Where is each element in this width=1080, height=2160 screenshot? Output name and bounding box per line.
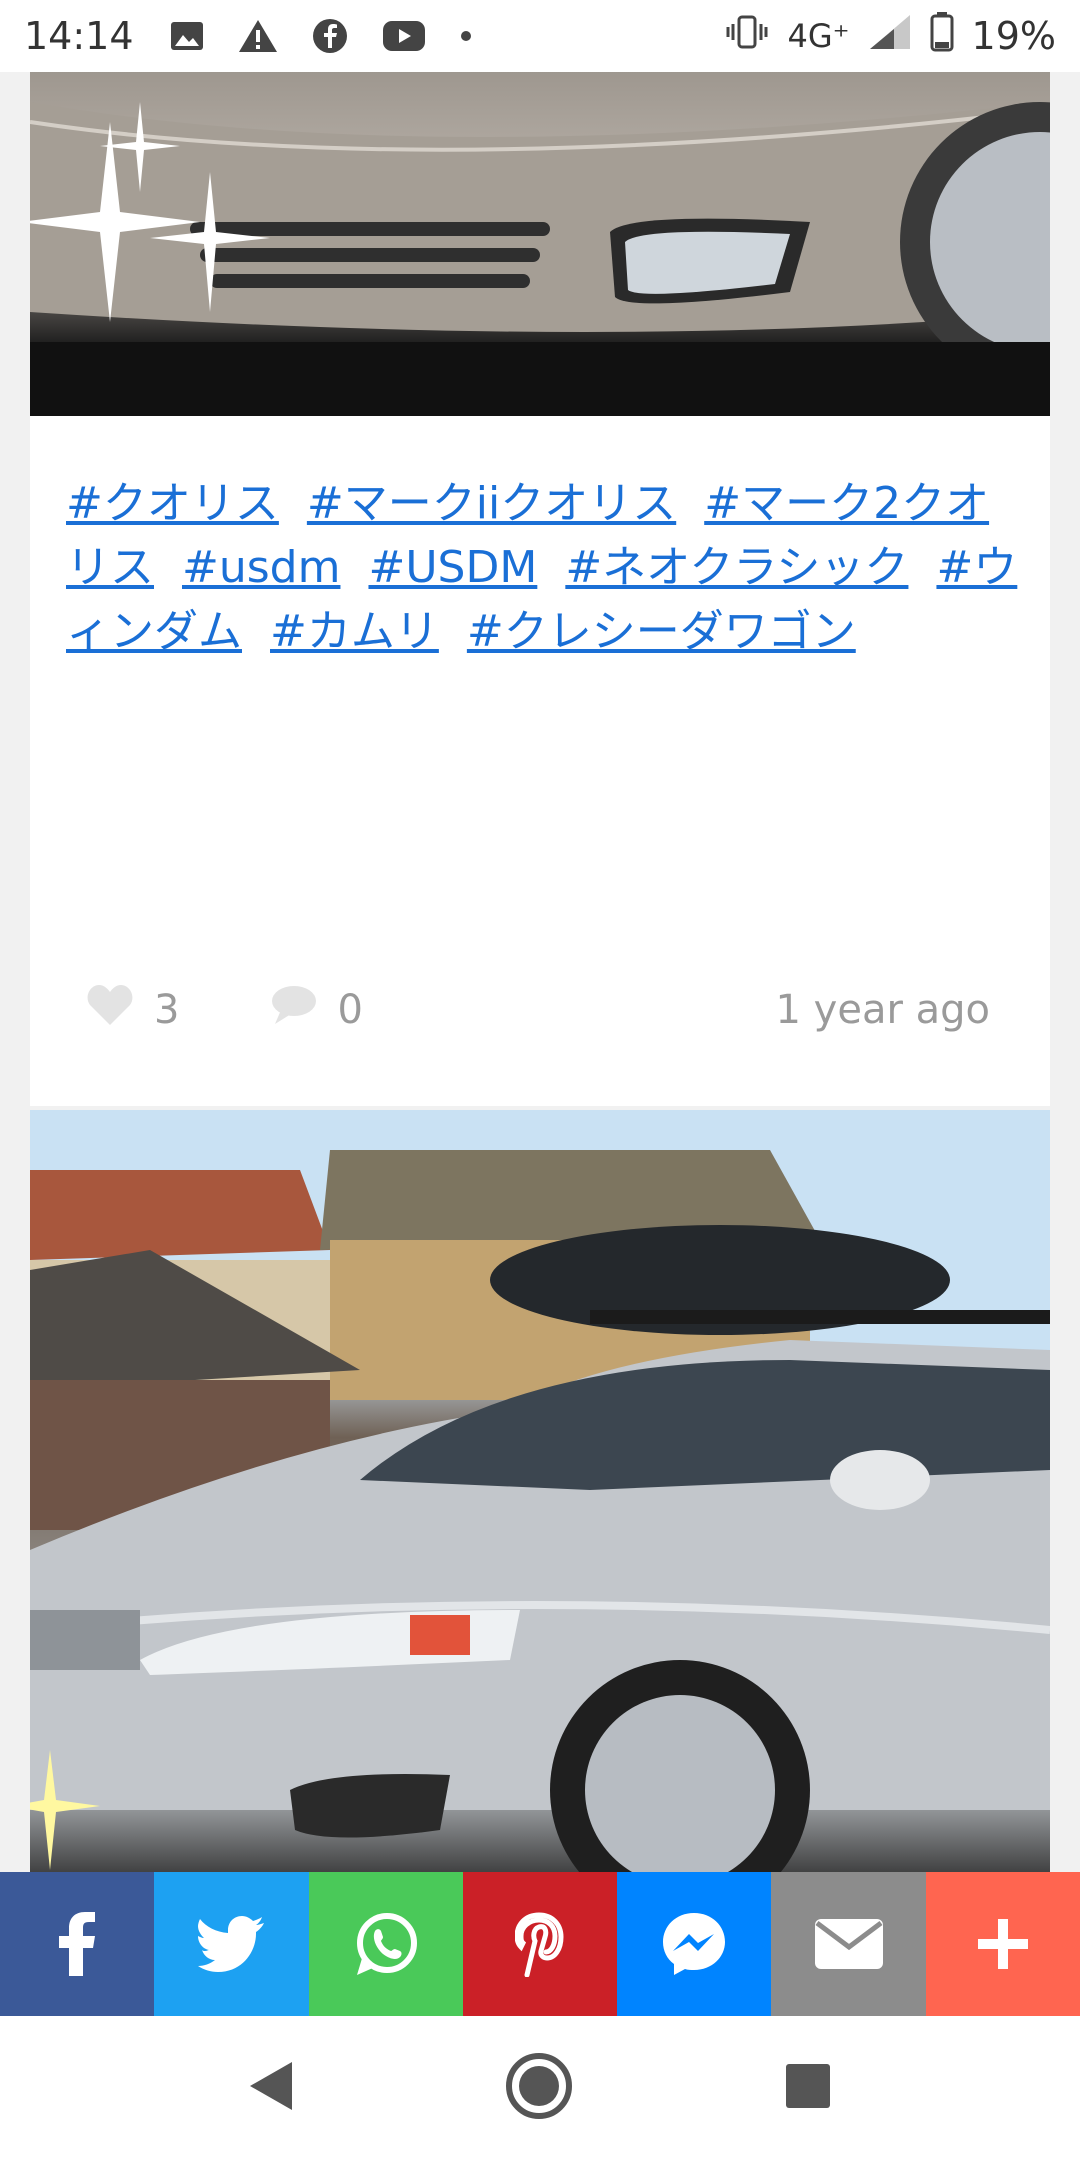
hashtag-link[interactable]: #クオリス — [66, 478, 279, 529]
hashtag-link[interactable]: #ネオクラシック — [565, 542, 908, 593]
comment-button[interactable]: 0 — [269, 984, 363, 1036]
share-pinterest-button[interactable] — [462, 1872, 618, 2016]
plus-icon — [977, 1919, 1028, 1969]
post-hashtags: #クオリス #マークiiクオリス #マーク2クオリス #usdm #USDM #… — [66, 472, 1026, 664]
post-meta: 3 0 1 year ago — [86, 980, 990, 1040]
comment-count: 0 — [337, 987, 363, 1033]
comment-icon — [269, 984, 317, 1036]
like-button[interactable]: 3 — [86, 983, 179, 1037]
status-bar: 14:14 4G⁺ 19% — [0, 0, 1080, 72]
vibrate-icon — [725, 14, 769, 58]
signal-icon — [868, 13, 912, 60]
battery-icon — [930, 11, 954, 61]
share-twitter-button[interactable] — [154, 1872, 309, 2016]
facebook-icon — [59, 1912, 96, 1976]
post-photo[interactable] — [30, 72, 1050, 416]
post-card: #クオリス #マークiiクオリス #マーク2クオリス #usdm #USDM #… — [30, 72, 1050, 1106]
hashtag-link[interactable]: #usdm — [182, 542, 340, 593]
post-photo[interactable] — [30, 1110, 1050, 1872]
home-button[interactable] — [504, 2051, 574, 2125]
hashtag-link[interactable]: #カムリ — [270, 606, 439, 657]
share-email-button[interactable] — [771, 1872, 926, 2016]
hashtag-link[interactable]: #マークiiクオリス — [307, 478, 676, 529]
recents-square-icon — [786, 2064, 830, 2108]
network-type: 4G⁺ — [787, 17, 850, 55]
share-more-button[interactable] — [925, 1872, 1080, 2016]
system-nav-bar — [0, 2016, 1080, 2160]
share-whatsapp-button[interactable] — [308, 1872, 463, 2016]
status-time: 14:14 — [24, 14, 134, 58]
post-card — [30, 1110, 1050, 1872]
post-timestamp: 1 year ago — [775, 987, 991, 1033]
share-messenger-button[interactable] — [617, 1872, 772, 2016]
messenger-icon — [663, 1913, 726, 1975]
envelope-icon — [814, 1919, 883, 1969]
facebook-icon — [312, 18, 348, 54]
like-count: 3 — [154, 987, 180, 1033]
heart-icon — [86, 983, 134, 1037]
battery-percent: 19% — [971, 14, 1056, 58]
pinterest-icon — [514, 1912, 564, 1977]
warning-icon — [238, 19, 278, 53]
share-bar — [0, 1872, 1080, 2016]
twitter-icon — [198, 1916, 265, 1972]
recents-button[interactable] — [784, 2062, 832, 2114]
back-triangle-icon — [250, 2062, 292, 2110]
whatsapp-icon — [356, 1913, 417, 1975]
back-button[interactable] — [248, 2060, 294, 2116]
youtube-icon — [382, 20, 426, 52]
image-icon — [170, 21, 204, 51]
hashtag-link[interactable]: #USDM — [368, 542, 537, 593]
hashtag-link[interactable]: #クレシーダワゴン — [467, 606, 856, 657]
share-facebook-button[interactable] — [0, 1872, 155, 2016]
dot-icon — [460, 30, 472, 42]
feed[interactable]: #クオリス #マークiiクオリス #マーク2クオリス #usdm #USDM #… — [0, 72, 1080, 1872]
home-circle-icon — [506, 2053, 572, 2119]
